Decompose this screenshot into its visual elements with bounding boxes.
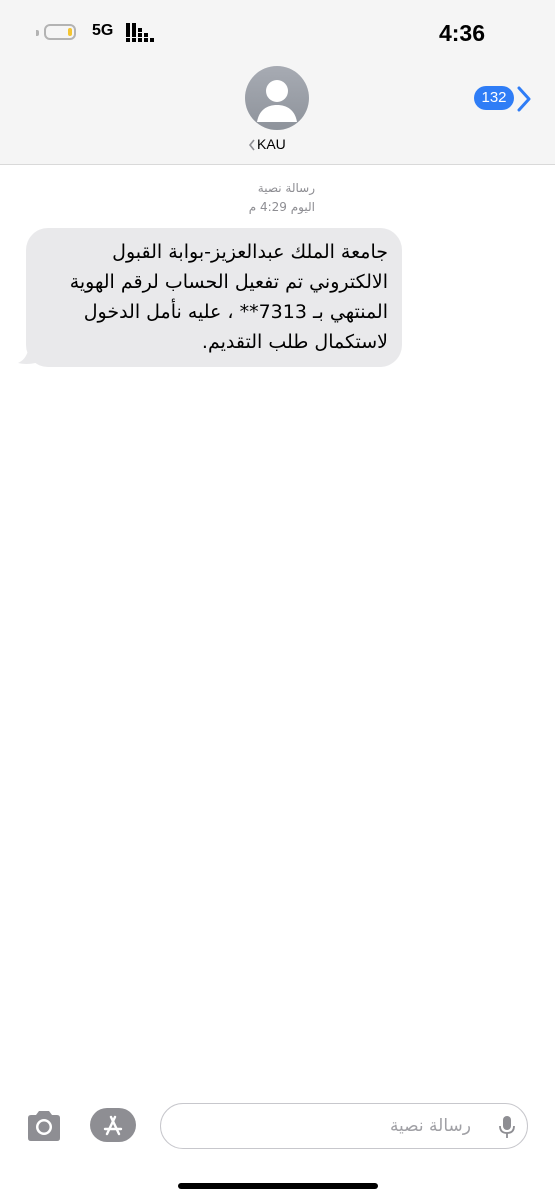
- battery-icon: [44, 24, 76, 40]
- message-bubble[interactable]: جامعة الملك عبدالعزيز-بوابة القبول الالك…: [26, 228, 402, 367]
- microphone-icon[interactable]: [499, 1115, 515, 1139]
- network-type: 5G: [92, 22, 114, 39]
- conversation-header: 5G 4:36 KAU 132: [0, 0, 555, 165]
- battery-level-fill: [68, 28, 72, 36]
- home-indicator[interactable]: [178, 1183, 378, 1189]
- message-type-label: رسالة نصية: [257, 181, 315, 195]
- contact-avatar[interactable]: [245, 66, 309, 130]
- chevron-left-icon[interactable]: [248, 139, 256, 151]
- battery-tip: [36, 30, 39, 36]
- app-store-icon: [103, 1115, 123, 1136]
- message-input-placeholder: رسالة نصية: [389, 1116, 471, 1136]
- message-input[interactable]: رسالة نصية: [160, 1103, 528, 1149]
- unread-count-badge[interactable]: 132: [474, 86, 514, 110]
- app-store-button[interactable]: [90, 1108, 136, 1142]
- camera-icon[interactable]: [24, 1108, 64, 1144]
- status-time: 4:36: [438, 20, 485, 46]
- message-timestamp: اليوم 4:29 م: [248, 200, 315, 214]
- person-silhouette-icon: [257, 80, 297, 122]
- chevron-right-icon[interactable]: [514, 86, 534, 112]
- signal-strength-icon: [126, 23, 154, 42]
- contact-name[interactable]: KAU: [257, 136, 286, 152]
